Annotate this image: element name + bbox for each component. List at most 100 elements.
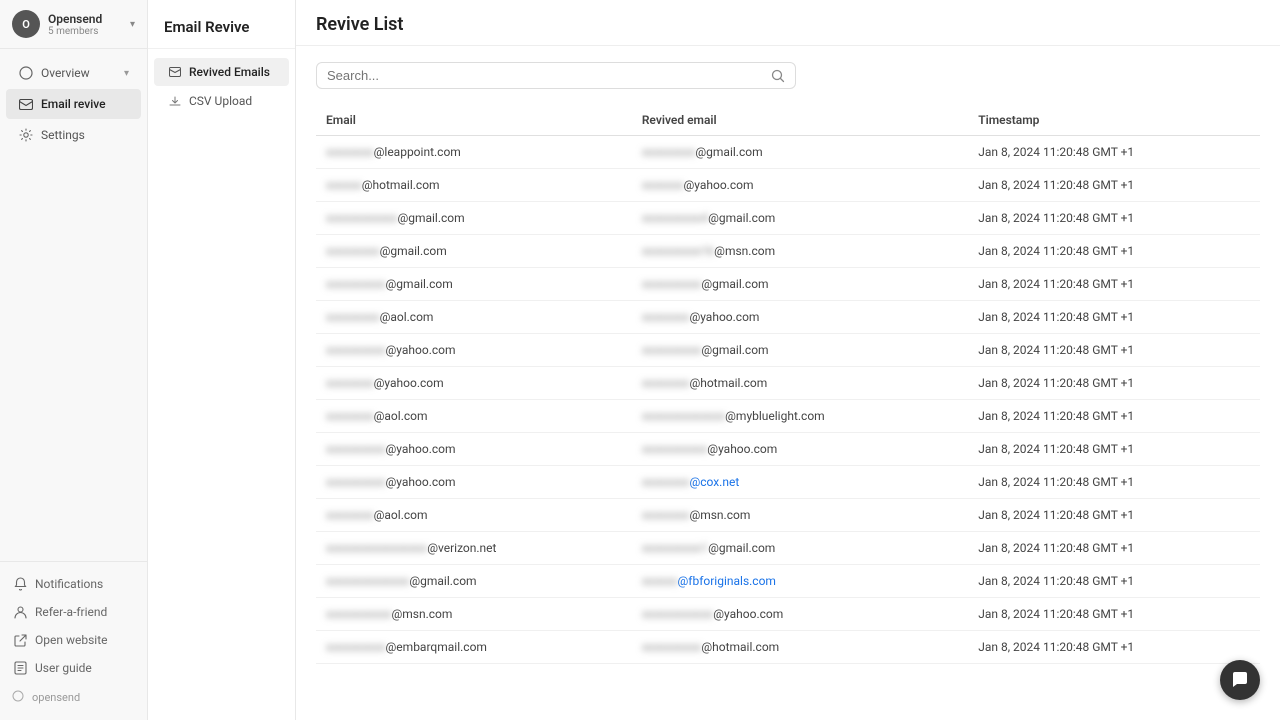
sidebar-bottom-refer[interactable]: Refer-a-friend	[0, 598, 147, 626]
email-cell: xxxxxxxxxxxxxx@gmail.com	[316, 565, 632, 598]
sidebar-item-overview-label: Overview	[41, 66, 124, 80]
table-row: xxxxxxxxxxxx@gmail.comxxxxxxxxxx4@gmail.…	[316, 202, 1260, 235]
sidebar-bottom-open-website[interactable]: Open website	[0, 626, 147, 654]
overview-chevron-icon: ▾	[124, 68, 129, 79]
revived-email-cell: xxxxxxxxxxxx@yahoo.com	[632, 598, 968, 631]
timestamp-cell: Jan 8, 2024 11:20:48 GMT +1	[968, 235, 1260, 268]
timestamp-cell: Jan 8, 2024 11:20:48 GMT +1	[968, 631, 1260, 664]
chat-button[interactable]	[1220, 660, 1260, 700]
sub-sidebar-revived-emails-label: Revived Emails	[189, 65, 270, 79]
table-row: xxxxxx@hotmail.comxxxxxxx@yahoo.comJan 8…	[316, 169, 1260, 202]
org-info: Opensend 5 members	[48, 12, 130, 37]
email-cell: xxxxxxxx@leappoint.com	[316, 136, 632, 169]
revived-email-cell: xxxxxxxxx@gmail.com	[632, 136, 968, 169]
org-chevron-icon: ▾	[130, 19, 135, 30]
search-button[interactable]	[771, 69, 785, 83]
sidebar-bottom-notifications[interactable]: Notifications	[0, 570, 147, 598]
timestamp-cell: Jan 8, 2024 11:20:48 GMT +1	[968, 268, 1260, 301]
table-body: xxxxxxxx@leappoint.comxxxxxxxxx@gmail.co…	[316, 136, 1260, 664]
revived-email-cell: xxxxxxxxxx@gmail.com	[632, 334, 968, 367]
table-header: Email Revived email Timestamp	[316, 105, 1260, 136]
main-title: Revive List	[316, 14, 1260, 35]
timestamp-cell: Jan 8, 2024 11:20:48 GMT +1	[968, 565, 1260, 598]
sub-sidebar: Email Revive Revived Emails CSV Upload	[148, 0, 296, 720]
search-bar	[316, 62, 796, 89]
open-website-icon	[12, 632, 28, 648]
refer-label: Refer-a-friend	[35, 605, 107, 619]
main-header: Revive List	[296, 0, 1280, 46]
notifications-icon	[12, 576, 28, 592]
sidebar-item-settings-label: Settings	[41, 128, 129, 142]
email-cell: xxxxxxxxxxxx@gmail.com	[316, 202, 632, 235]
table-row: xxxxxxxxxxxxxxxxx@verizon.netxxxxxxxxxx1…	[316, 532, 1260, 565]
sidebar-nav: Overview ▾ Email revive Settings	[0, 49, 147, 561]
table-row: xxxxxxxxxx@gmail.comxxxxxxxxxx@gmail.com…	[316, 268, 1260, 301]
revive-table: Email Revived email Timestamp xxxxxxxx@l…	[316, 105, 1260, 664]
user-guide-label: User guide	[35, 661, 92, 675]
table-row: xxxxxxxxxx@embarqmail.comxxxxxxxxxx@hotm…	[316, 631, 1260, 664]
sub-sidebar-csv-upload-label: CSV Upload	[189, 94, 252, 108]
table-row: xxxxxxxxxx@yahoo.comxxxxxxxxxx@gmail.com…	[316, 334, 1260, 367]
table-row: xxxxxxxx@aol.comxxxxxxxxxxxxxx@mybluelig…	[316, 400, 1260, 433]
refer-icon	[12, 604, 28, 620]
opensend-branding-label: opensend	[32, 691, 80, 704]
org-members: 5 members	[48, 26, 130, 37]
sidebar-item-settings[interactable]: Settings	[6, 120, 141, 150]
settings-icon	[18, 127, 34, 143]
timestamp-cell: Jan 8, 2024 11:20:48 GMT +1	[968, 598, 1260, 631]
timestamp-cell: Jan 8, 2024 11:20:48 GMT +1	[968, 433, 1260, 466]
opensend-branding[interactable]: opensend	[0, 682, 147, 712]
revived-email-cell: xxxxxxxx@msn.com	[632, 499, 968, 532]
revived-email-cell: xxxxxxxxxx@gmail.com	[632, 268, 968, 301]
sub-sidebar-item-csv-upload[interactable]: CSV Upload	[154, 87, 289, 115]
email-cell: xxxxxxxxxxxxxxxxx@verizon.net	[316, 532, 632, 565]
revived-email-cell: xxxxxxxxxx1k@msn.com	[632, 235, 968, 268]
timestamp-cell: Jan 8, 2024 11:20:48 GMT +1	[968, 466, 1260, 499]
table-row: xxxxxxxxxx@yahoo.comxxxxxxxxxxx@yahoo.co…	[316, 433, 1260, 466]
csv-upload-icon	[168, 94, 182, 108]
sidebar-bottom-user-guide[interactable]: User guide	[0, 654, 147, 682]
sub-sidebar-title: Email Revive	[148, 0, 295, 49]
timestamp-cell: Jan 8, 2024 11:20:48 GMT +1	[968, 202, 1260, 235]
sidebar-item-email-revive[interactable]: Email revive	[6, 89, 141, 119]
opensend-icon	[12, 690, 26, 704]
table-row: xxxxxxxxx@aol.comxxxxxxxx@yahoo.comJan 8…	[316, 301, 1260, 334]
table-row: xxxxxxxxx@gmail.comxxxxxxxxxx1k@msn.comJ…	[316, 235, 1260, 268]
revived-email-cell: xxxxxxxx@hotmail.com	[632, 367, 968, 400]
email-cell: xxxxxxxxxx@yahoo.com	[316, 334, 632, 367]
search-input[interactable]	[327, 68, 771, 83]
main-content: Revive List Email Revived email Timestam…	[296, 0, 1280, 720]
timestamp-cell: Jan 8, 2024 11:20:48 GMT +1	[968, 136, 1260, 169]
email-cell: xxxxxxxxx@gmail.com	[316, 235, 632, 268]
org-name: Opensend	[48, 12, 130, 26]
sidebar-item-overview[interactable]: Overview ▾	[6, 58, 141, 88]
revived-email-cell: xxxxxxxxxx@hotmail.com	[632, 631, 968, 664]
open-website-label: Open website	[35, 633, 107, 647]
email-cell: xxxxxxxxx@aol.com	[316, 301, 632, 334]
email-cell: xxxxxxxx@aol.com	[316, 499, 632, 532]
org-avatar: O	[12, 10, 40, 38]
email-cell: xxxxxxxxxx@yahoo.com	[316, 466, 632, 499]
email-cell: xxxxxxxxxx@embarqmail.com	[316, 631, 632, 664]
col-revived: Revived email	[632, 105, 968, 136]
timestamp-cell: Jan 8, 2024 11:20:48 GMT +1	[968, 169, 1260, 202]
revived-email-cell: xxxxxxxxxx1@gmail.com	[632, 532, 968, 565]
user-guide-icon	[12, 660, 28, 676]
revived-email-link[interactable]: @fbforiginals.com	[678, 574, 776, 588]
revived-emails-icon	[168, 65, 182, 79]
timestamp-cell: Jan 8, 2024 11:20:48 GMT +1	[968, 367, 1260, 400]
revived-email-cell: xxxxxxxxxxxxxx@mybluelight.com	[632, 400, 968, 433]
revived-email-cell[interactable]: xxxxxxxx@cox.net	[632, 466, 968, 499]
timestamp-cell: Jan 8, 2024 11:20:48 GMT +1	[968, 499, 1260, 532]
sub-sidebar-item-revived-emails[interactable]: Revived Emails	[154, 58, 289, 86]
table-row: xxxxxxxx@yahoo.comxxxxxxxx@hotmail.comJa…	[316, 367, 1260, 400]
sidebar-item-email-revive-label: Email revive	[41, 97, 129, 111]
email-cell: xxxxxxxxxx@yahoo.com	[316, 433, 632, 466]
revived-email-cell[interactable]: xxxxxx@fbforiginals.com	[632, 565, 968, 598]
sidebar: O Opensend 5 members ▾ Overview ▾ Email …	[0, 0, 148, 720]
revived-email-link[interactable]: @cox.net	[689, 475, 739, 489]
table-row: xxxxxxxx@leappoint.comxxxxxxxxx@gmail.co…	[316, 136, 1260, 169]
org-selector[interactable]: O Opensend 5 members ▾	[0, 0, 147, 49]
overview-icon	[18, 65, 34, 81]
timestamp-cell: Jan 8, 2024 11:20:48 GMT +1	[968, 532, 1260, 565]
